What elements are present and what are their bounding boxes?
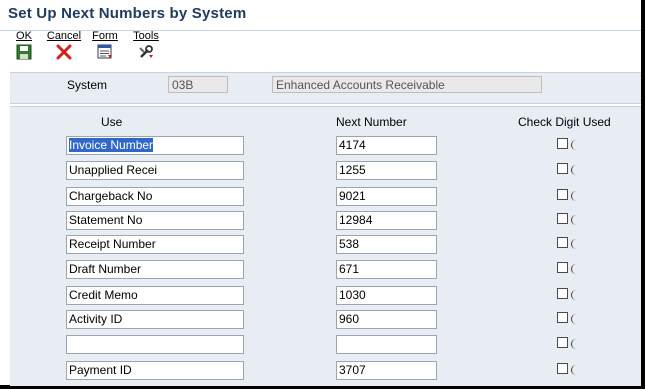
use-field[interactable]: Payment ID xyxy=(66,361,244,380)
check-digit-checkbox[interactable] xyxy=(557,262,568,273)
check-digit-checkbox[interactable] xyxy=(557,312,568,323)
truncated-column-edge xyxy=(571,140,578,150)
truncated-column-edge xyxy=(571,239,578,249)
use-text: Invoice Number xyxy=(69,138,154,152)
use-field[interactable] xyxy=(66,335,244,354)
truncated-column-edge xyxy=(571,215,578,225)
form-menu-button[interactable]: Form xyxy=(91,30,119,64)
table-row: Draft Number 671 xyxy=(10,260,641,280)
title-bar: Set Up Next Numbers by System xyxy=(0,0,641,31)
check-digit-checkbox[interactable] xyxy=(557,189,568,200)
use-field[interactable]: Activity ID xyxy=(66,310,244,329)
use-field[interactable]: Invoice Number xyxy=(66,136,244,155)
toolbar: OK Cancel Form Tools xyxy=(0,30,641,66)
next-number-field[interactable]: 1030 xyxy=(336,286,437,305)
next-number-field[interactable]: 671 xyxy=(336,260,437,279)
save-icon xyxy=(16,44,32,60)
use-field[interactable]: Draft Number xyxy=(66,260,244,279)
truncated-column-edge xyxy=(571,365,578,375)
truncated-column-edge xyxy=(571,191,578,201)
table-row: Receipt Number 538 xyxy=(10,235,641,255)
use-field[interactable]: Credit Memo xyxy=(66,286,244,305)
next-number-field[interactable]: 12984 xyxy=(336,211,437,230)
use-field[interactable]: Receipt Number xyxy=(66,235,244,254)
page-title: Set Up Next Numbers by System xyxy=(8,5,247,22)
column-header-check-digit: Check Digit Used xyxy=(518,115,611,129)
table-row: Activity ID 960 xyxy=(10,310,641,330)
column-header-use: Use xyxy=(101,115,123,129)
next-number-field[interactable]: 1255 xyxy=(336,161,437,180)
truncated-column-edge xyxy=(571,165,578,175)
use-field[interactable]: Statement No xyxy=(66,211,244,230)
ok-button[interactable]: OK xyxy=(12,30,36,64)
use-field[interactable]: Chargeback No xyxy=(66,187,244,206)
close-icon xyxy=(56,44,72,60)
header-panel: System 03B Enhanced Accounts Receivable xyxy=(10,72,641,104)
window: Set Up Next Numbers by System OK Cancel … xyxy=(0,0,645,389)
use-field[interactable]: Unapplied Recei xyxy=(66,161,244,180)
cancel-label: Cancel xyxy=(46,30,82,42)
form-label: Form xyxy=(92,30,118,42)
truncated-column-edge xyxy=(571,264,578,274)
cancel-button[interactable]: Cancel xyxy=(46,30,82,64)
check-digit-checkbox[interactable] xyxy=(557,163,568,174)
ok-label: OK xyxy=(16,30,32,42)
table-row: Invoice Number 4174 xyxy=(10,136,641,156)
check-digit-checkbox[interactable] xyxy=(557,237,568,248)
tools-label: Tools xyxy=(133,30,159,42)
check-digit-checkbox[interactable] xyxy=(557,363,568,374)
next-numbers-grid: Use Next Number Check Digit Used Invoice… xyxy=(10,106,641,386)
check-digit-checkbox[interactable] xyxy=(557,213,568,224)
next-number-field[interactable]: 960 xyxy=(336,310,437,329)
table-row: Chargeback No 9021 xyxy=(10,187,641,207)
tools-icon xyxy=(139,45,153,58)
next-number-field[interactable] xyxy=(336,335,437,354)
table-row xyxy=(10,335,641,355)
table-row: Credit Memo 1030 xyxy=(10,286,641,306)
form-icon xyxy=(97,44,112,59)
table-row: Statement No 12984 xyxy=(10,211,641,231)
check-digit-checkbox[interactable] xyxy=(557,138,568,149)
truncated-column-edge xyxy=(571,314,578,324)
system-label: System xyxy=(67,78,108,92)
truncated-column-edge xyxy=(571,290,578,300)
column-header-next-number: Next Number xyxy=(336,115,407,129)
table-row: Payment ID 3707 xyxy=(10,361,641,381)
truncated-column-edge xyxy=(571,339,578,349)
system-code-field: 03B xyxy=(168,76,228,93)
check-digit-checkbox[interactable] xyxy=(557,288,568,299)
table-row: Unapplied Recei 1255 xyxy=(10,161,641,181)
next-number-field[interactable]: 538 xyxy=(336,235,437,254)
system-description-field: Enhanced Accounts Receivable xyxy=(272,76,542,93)
check-digit-checkbox[interactable] xyxy=(557,337,568,348)
next-number-field[interactable]: 9021 xyxy=(336,187,437,206)
next-number-field[interactable]: 4174 xyxy=(336,136,437,155)
next-number-field[interactable]: 3707 xyxy=(336,361,437,380)
tools-menu-button[interactable]: Tools xyxy=(130,30,162,64)
